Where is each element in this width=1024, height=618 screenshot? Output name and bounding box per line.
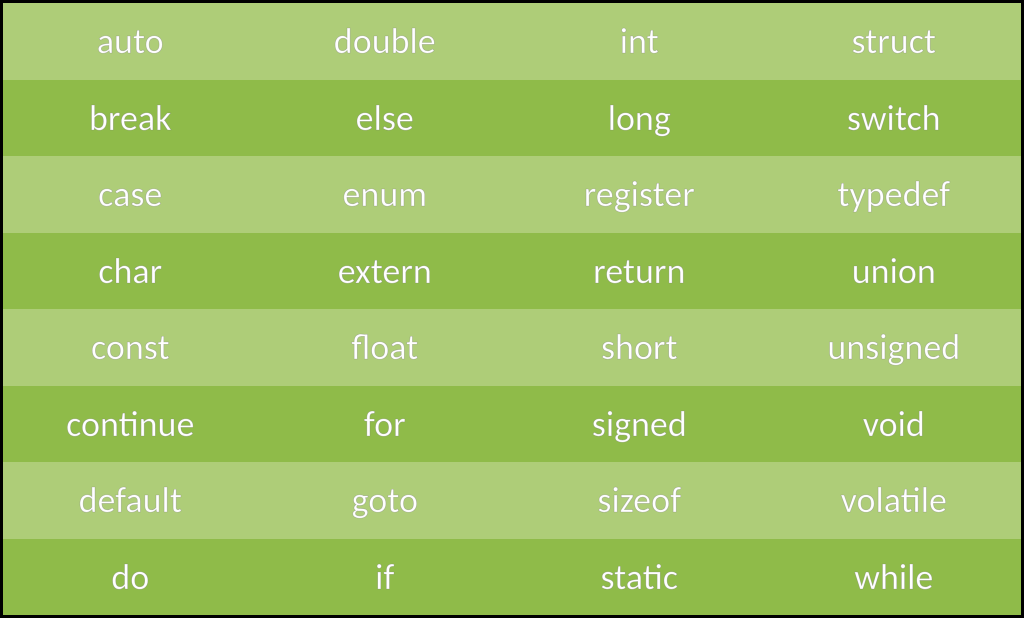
keyword-cell: short <box>512 329 767 365</box>
keyword-cell: default <box>3 482 258 518</box>
table-row: auto double int struct <box>3 3 1021 80</box>
keyword-cell: extern <box>258 253 513 289</box>
keyword-cell: while <box>767 559 1022 595</box>
keyword-cell: signed <box>512 406 767 442</box>
keyword-cell: for <box>258 406 513 442</box>
keyword-cell: typedef <box>767 176 1022 212</box>
keyword-cell: unsigned <box>767 329 1022 365</box>
keyword-cell: static <box>512 559 767 595</box>
keyword-cell: void <box>767 406 1022 442</box>
keyword-cell: double <box>258 23 513 59</box>
table-row: const float short unsigned <box>3 309 1021 386</box>
table-row: case enum register typedef <box>3 156 1021 233</box>
keyword-cell: switch <box>767 100 1022 136</box>
keyword-cell: break <box>3 100 258 136</box>
keyword-cell: enum <box>258 176 513 212</box>
keyword-cell: long <box>512 100 767 136</box>
keyword-cell: if <box>258 559 513 595</box>
keyword-cell: const <box>3 329 258 365</box>
keyword-cell: int <box>512 23 767 59</box>
keyword-cell: sizeof <box>512 482 767 518</box>
keyword-cell: struct <box>767 23 1022 59</box>
keyword-cell: return <box>512 253 767 289</box>
keywords-table: auto double int struct break else long s… <box>0 0 1024 618</box>
keyword-cell: float <box>258 329 513 365</box>
keyword-cell: auto <box>3 23 258 59</box>
table-row: do if static while <box>3 539 1021 616</box>
keyword-cell: do <box>3 559 258 595</box>
keyword-cell: union <box>767 253 1022 289</box>
table-row: default goto sizeof volatile <box>3 462 1021 539</box>
table-row: char extern return union <box>3 233 1021 310</box>
keyword-cell: continue <box>3 406 258 442</box>
keyword-cell: case <box>3 176 258 212</box>
keyword-cell: goto <box>258 482 513 518</box>
keyword-cell: volatile <box>767 482 1022 518</box>
table-row: continue for signed void <box>3 386 1021 463</box>
table-row: break else long switch <box>3 80 1021 157</box>
keyword-cell: char <box>3 253 258 289</box>
keyword-cell: register <box>512 176 767 212</box>
keyword-cell: else <box>258 100 513 136</box>
